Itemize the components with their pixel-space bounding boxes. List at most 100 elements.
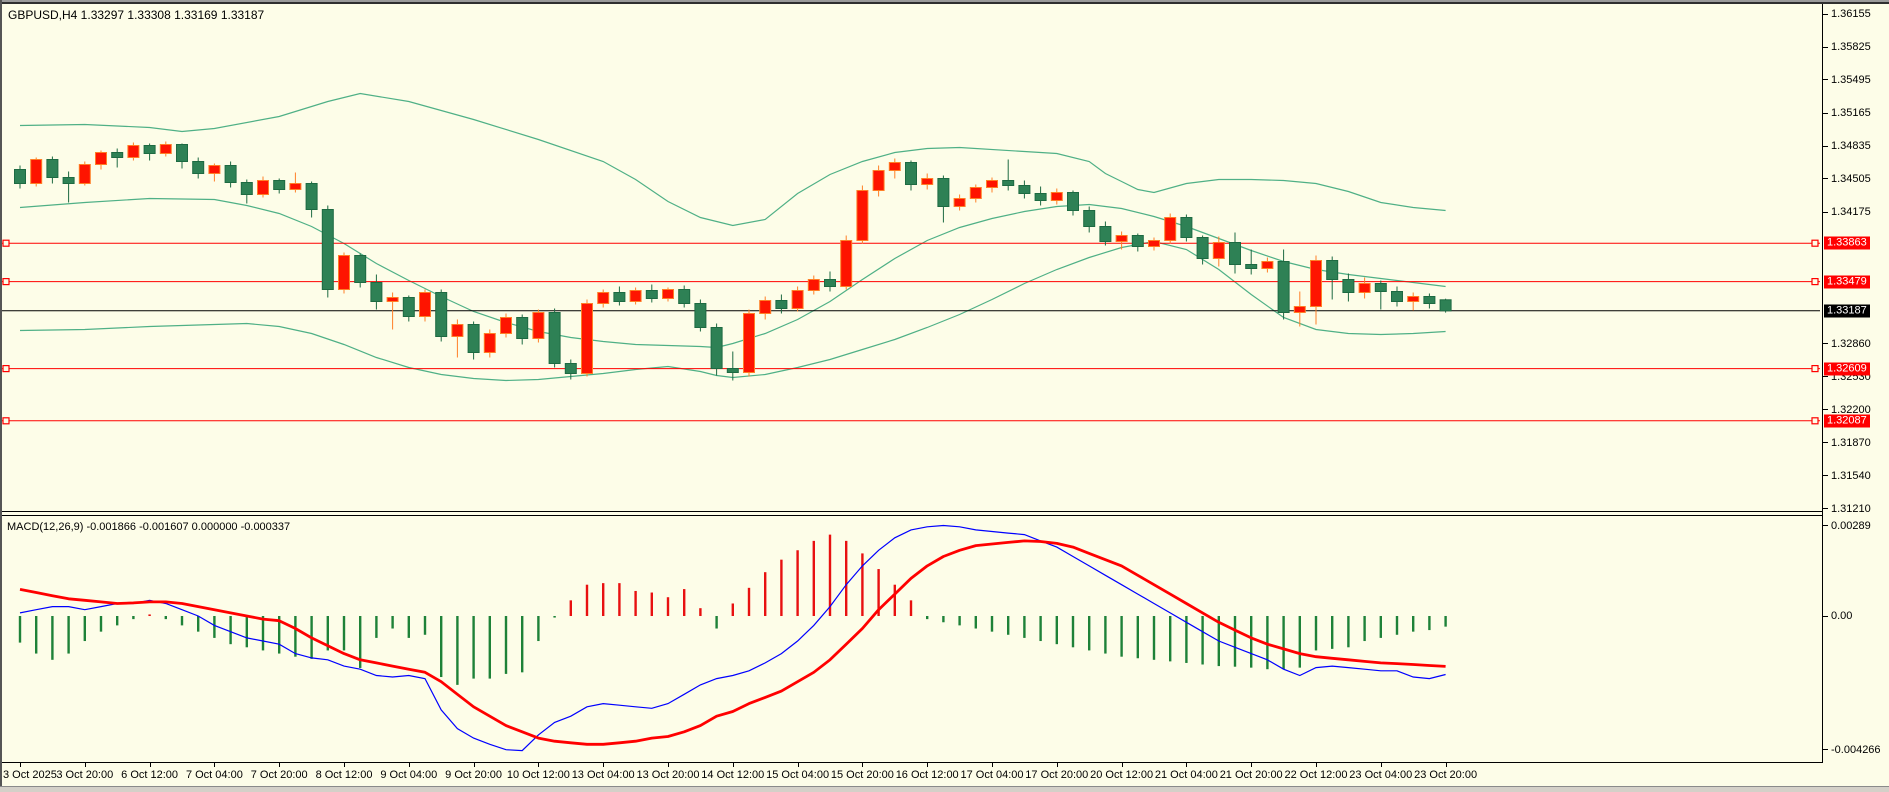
candle-body — [1165, 218, 1176, 241]
macd-indicator-canvas[interactable] — [0, 516, 1822, 762]
level-line-handle-left[interactable] — [3, 418, 9, 424]
candle-61[interactable] — [1003, 160, 1014, 191]
candle-64[interactable] — [1051, 189, 1062, 205]
candle-40[interactable] — [663, 288, 674, 302]
candle-59[interactable] — [970, 185, 981, 203]
level-line-handle-right[interactable] — [1812, 279, 1818, 285]
candle-55[interactable] — [906, 161, 917, 191]
candle-39[interactable] — [646, 285, 657, 303]
candle-11[interactable] — [193, 158, 204, 179]
candle-19[interactable] — [322, 206, 333, 298]
candle-45[interactable] — [744, 310, 755, 377]
candle-43[interactable] — [711, 324, 722, 376]
candle-17[interactable] — [290, 173, 301, 193]
candle-32[interactable] — [533, 310, 544, 343]
candle-60[interactable] — [987, 178, 998, 193]
candle-79[interactable] — [1294, 292, 1305, 327]
candle-84[interactable] — [1375, 281, 1386, 310]
candle-66[interactable] — [1084, 207, 1095, 233]
candle-2[interactable] — [47, 157, 58, 184]
main-chart-canvas[interactable] — [0, 0, 1822, 513]
candle-88[interactable] — [1440, 299, 1451, 313]
candle-63[interactable] — [1035, 187, 1046, 206]
candle-36[interactable] — [598, 290, 609, 308]
candle-8[interactable] — [144, 144, 155, 161]
candle-41[interactable] — [679, 286, 690, 308]
candle-53[interactable] — [873, 166, 884, 197]
candle-56[interactable] — [922, 174, 933, 190]
candle-72[interactable] — [1181, 215, 1192, 242]
candle-13[interactable] — [225, 162, 236, 188]
candle-body — [663, 290, 674, 299]
candle-5[interactable] — [96, 151, 107, 170]
candle-87[interactable] — [1424, 294, 1435, 309]
candle-50[interactable] — [825, 272, 836, 292]
candle-22[interactable] — [371, 275, 382, 310]
candle-38[interactable] — [630, 288, 641, 305]
candle-29[interactable] — [484, 330, 495, 358]
candle-27[interactable] — [452, 320, 463, 358]
candle-body — [954, 199, 965, 207]
candle-67[interactable] — [1100, 222, 1111, 246]
candle-49[interactable] — [808, 276, 819, 295]
candle-24[interactable] — [403, 296, 414, 322]
candle-14[interactable] — [241, 180, 252, 204]
candle-69[interactable] — [1132, 234, 1143, 252]
candle-77[interactable] — [1262, 258, 1273, 273]
candle-46[interactable] — [760, 297, 771, 320]
candle-57[interactable] — [938, 176, 949, 223]
candle-1[interactable] — [31, 158, 42, 187]
level-line-handle-right[interactable] — [1812, 240, 1818, 246]
candle-86[interactable] — [1408, 293, 1419, 311]
candle-52[interactable] — [857, 186, 868, 244]
level-line-handle-left[interactable] — [3, 279, 9, 285]
candle-6[interactable] — [112, 149, 123, 168]
candle-4[interactable] — [79, 162, 90, 186]
candle-9[interactable] — [160, 142, 171, 157]
candle-76[interactable] — [1246, 250, 1257, 275]
price-axis[interactable]: 1.361551.358251.354951.351651.348351.345… — [1822, 0, 1889, 763]
candle-62[interactable] — [1019, 181, 1030, 199]
candle-81[interactable] — [1327, 257, 1338, 300]
candle-65[interactable] — [1068, 191, 1079, 216]
candle-37[interactable] — [614, 287, 625, 306]
candle-18[interactable] — [306, 182, 317, 218]
time-axis[interactable]: 3 Oct 20253 Oct 20:006 Oct 12:007 Oct 04… — [0, 763, 1889, 787]
candle-7[interactable] — [128, 143, 139, 161]
candle-83[interactable] — [1359, 278, 1370, 299]
candle-51[interactable] — [841, 236, 852, 290]
candle-54[interactable] — [889, 159, 900, 179]
level-line-handle-left[interactable] — [3, 240, 9, 246]
candle-33[interactable] — [549, 309, 560, 368]
candle-28[interactable] — [468, 322, 479, 360]
candle-71[interactable] — [1165, 214, 1176, 244]
candle-30[interactable] — [501, 314, 512, 338]
level-line-handle-right[interactable] — [1812, 418, 1818, 424]
candle-3[interactable] — [63, 172, 74, 203]
candle-25[interactable] — [420, 290, 431, 322]
candle-75[interactable] — [1230, 233, 1241, 274]
candle-42[interactable] — [695, 300, 706, 332]
candle-85[interactable] — [1392, 287, 1403, 307]
candle-48[interactable] — [792, 287, 803, 312]
candle-82[interactable] — [1343, 274, 1354, 302]
candle-73[interactable] — [1197, 236, 1208, 265]
candle-15[interactable] — [258, 177, 269, 198]
candle-21[interactable] — [355, 254, 366, 288]
candle-26[interactable] — [436, 290, 447, 342]
candle-70[interactable] — [1149, 238, 1160, 251]
level-line-handle-left[interactable] — [3, 366, 9, 372]
candle-16[interactable] — [274, 179, 285, 194]
candle-0[interactable] — [15, 166, 26, 189]
candle-12[interactable] — [209, 164, 220, 182]
time-tick-label: 23 Oct 04:00 — [1349, 769, 1412, 781]
candle-10[interactable] — [177, 144, 188, 169]
candle-20[interactable] — [339, 253, 350, 294]
candle-44[interactable] — [727, 352, 738, 381]
level-line-handle-right[interactable] — [1812, 366, 1818, 372]
candle-58[interactable] — [954, 195, 965, 211]
candle-74[interactable] — [1213, 237, 1224, 267]
candle-80[interactable] — [1311, 256, 1322, 325]
candle-31[interactable] — [517, 315, 528, 345]
candle-35[interactable] — [582, 300, 593, 377]
